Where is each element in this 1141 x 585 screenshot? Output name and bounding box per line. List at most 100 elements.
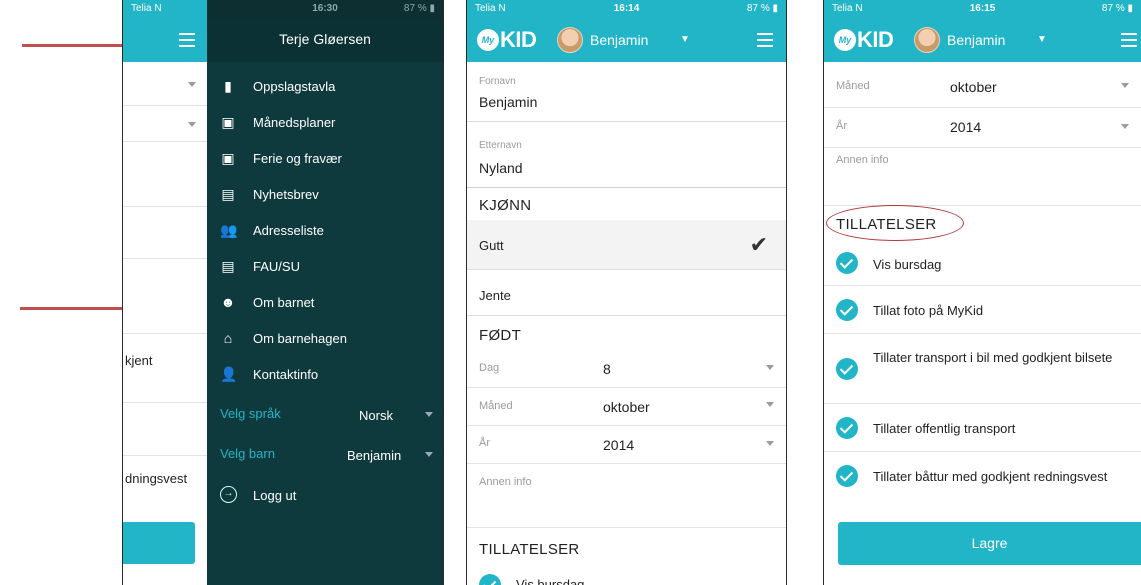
phone-screen-background: Telia N kjent dningsvest <box>122 0 208 585</box>
permissions-header: TILLATELSER <box>479 541 580 558</box>
select-row[interactable] <box>123 106 208 142</box>
drawer-header: Terje Gløersen <box>207 18 443 62</box>
menu-item-label: FAU/SU <box>253 259 300 274</box>
year-select[interactable]: År 2014 <box>824 108 1141 148</box>
chevron-down-icon <box>766 441 774 446</box>
born-header: FØDT <box>479 327 522 344</box>
person-icon: 👤 <box>220 366 238 382</box>
save-button[interactable]: Lagre <box>838 522 1141 565</box>
child-name[interactable]: Benjamin <box>590 32 648 48</box>
permission-row[interactable]: Tillater transport i bil med godkjent bi… <box>824 334 1141 404</box>
status-battery: 87 % ▮ <box>403 3 435 14</box>
save-button-partial[interactable] <box>123 522 195 564</box>
permission-row[interactable]: Tillater båttur med godkjent redningsves… <box>824 452 1141 500</box>
menu-item[interactable]: 👤 Kontaktinfo <box>207 356 443 392</box>
menu-hamburger-icon[interactable] <box>179 33 195 47</box>
last-name-field[interactable]: Etternavn Nyland <box>467 122 786 188</box>
chevron-down-icon <box>766 402 774 407</box>
logout-icon: → <box>220 486 237 503</box>
mykid-logo: My KID <box>477 27 537 53</box>
permission-row[interactable]: Tillater offentlig transport <box>824 404 1141 452</box>
user-name: Terje Gløersen <box>279 31 371 47</box>
chevron-down-icon <box>1121 83 1129 88</box>
child-value: Benjamin <box>347 448 402 463</box>
calendar-icon: ▣ <box>221 114 235 130</box>
menu-hamburger-icon[interactable] <box>1121 33 1137 47</box>
language-selector[interactable]: Velg språk Norsk <box>207 400 443 436</box>
phone-screen-profile: Telia N 16:14 87 % ▮ My KID Benjamin ▼ Fo… <box>466 0 787 585</box>
menu-hamburger-icon[interactable] <box>757 33 773 47</box>
check-circle-icon[interactable] <box>836 299 858 321</box>
year-select[interactable]: År 2014 <box>467 426 786 464</box>
mykid-logo: My KID <box>834 27 894 53</box>
permission-partial-text: kjent <box>125 353 153 368</box>
avatar <box>914 27 940 53</box>
menu-item[interactable]: ⌂ Om barnehagen <box>207 320 443 356</box>
menu-item[interactable]: ▣ Månedsplaner <box>207 104 443 140</box>
child-icon: ☻ <box>220 294 236 310</box>
newsletter-icon: ▤ <box>221 186 235 202</box>
status-time: 16:14 <box>613 3 640 14</box>
menu-item[interactable]: ▮ Oppslagstavla <box>207 68 443 104</box>
menu-item-label: Ferie og fravær <box>253 151 342 166</box>
child-label: Velg barn <box>220 446 275 461</box>
chevron-down-icon <box>1121 124 1129 129</box>
permission-row[interactable]: Tillat foto på MyKid <box>824 286 1141 334</box>
menu-item[interactable]: ☻ Om barnet <box>207 284 443 320</box>
gender-option-jente[interactable]: Jente <box>467 270 786 316</box>
select-row[interactable] <box>123 62 208 106</box>
navigation-drawer: 16:30 87 % ▮ Terje Gløersen ▮ Oppslagstav… <box>207 0 444 585</box>
bookmark-icon: ▮ <box>224 78 232 94</box>
language-value: Norsk <box>359 408 393 423</box>
check-circle-icon[interactable] <box>836 465 858 487</box>
menu-item-label: Om barnet <box>253 295 315 310</box>
calendar-icon: ▣ <box>221 150 235 166</box>
language-label: Velg språk <box>220 406 281 421</box>
status-time: 16:15 <box>969 3 996 14</box>
menu-item[interactable]: ▣ Ferie og fravær <box>207 140 443 176</box>
checkmark-icon: ✔ <box>749 232 768 257</box>
logout-label: Logg ut <box>253 488 297 503</box>
status-carrier: Telia N <box>131 3 162 14</box>
dropdown-icon[interactable]: ▼ <box>1037 34 1047 45</box>
people-icon: 👥 <box>220 222 238 238</box>
child-name[interactable]: Benjamin <box>947 32 1005 48</box>
home-icon: ⌂ <box>223 330 233 346</box>
last-name-input[interactable]: Nyland <box>479 160 523 176</box>
permission-row[interactable]: Vis bursdag <box>824 240 1141 286</box>
menu-item-label: Månedsplaner <box>253 115 336 130</box>
menu-item[interactable]: 👥 Adresseliste <box>207 212 443 248</box>
app-header: My KID Benjamin ▼ <box>824 18 1141 62</box>
menu-item-label: Om barnehagen <box>253 331 347 346</box>
first-name-field[interactable]: Fornavn Benjamin <box>467 62 786 122</box>
menu-item-label: Adresseliste <box>253 223 324 238</box>
first-name-input[interactable]: Benjamin <box>479 94 537 110</box>
check-circle-icon[interactable] <box>836 252 858 274</box>
permission-row[interactable]: Vis bursdag <box>467 566 786 585</box>
chevron-down-icon <box>425 412 433 417</box>
check-circle-icon[interactable] <box>836 358 858 380</box>
month-select[interactable]: Måned oktober <box>467 388 786 426</box>
chevron-down-icon <box>425 452 433 457</box>
other-info-field[interactable]: Annen info <box>467 464 786 528</box>
other-info-field[interactable]: Annen info <box>824 148 1141 206</box>
gender-option-gutt[interactable]: Gutt ✔ <box>467 220 786 270</box>
highlight-circle <box>826 205 964 241</box>
check-circle-icon[interactable] <box>479 574 501 585</box>
document-icon: ▤ <box>221 258 235 274</box>
menu-item-label: Oppslagstavla <box>253 79 336 94</box>
phone-screen-permissions: Telia N 16:15 87 % ▮ My KID Benjamin ▼ Må… <box>823 0 1141 585</box>
month-select[interactable]: Måned oktober <box>824 62 1141 108</box>
menu-item-label: Kontaktinfo <box>253 367 319 382</box>
avatar <box>557 27 583 53</box>
status-battery: 87 % ▮ <box>746 3 778 14</box>
app-header: My KID Benjamin ▼ <box>467 18 786 62</box>
child-selector[interactable]: Velg barn Benjamin <box>207 444 443 480</box>
dropdown-icon[interactable]: ▼ <box>680 34 690 45</box>
day-select[interactable]: Dag 8 <box>467 348 786 388</box>
logout-item[interactable]: → Logg ut <box>207 484 443 514</box>
gender-header: KJØNN <box>479 197 532 214</box>
menu-item[interactable]: ▤ FAU/SU <box>207 248 443 284</box>
check-circle-icon[interactable] <box>836 417 858 439</box>
menu-item[interactable]: ▤ Nyhetsbrev <box>207 176 443 212</box>
